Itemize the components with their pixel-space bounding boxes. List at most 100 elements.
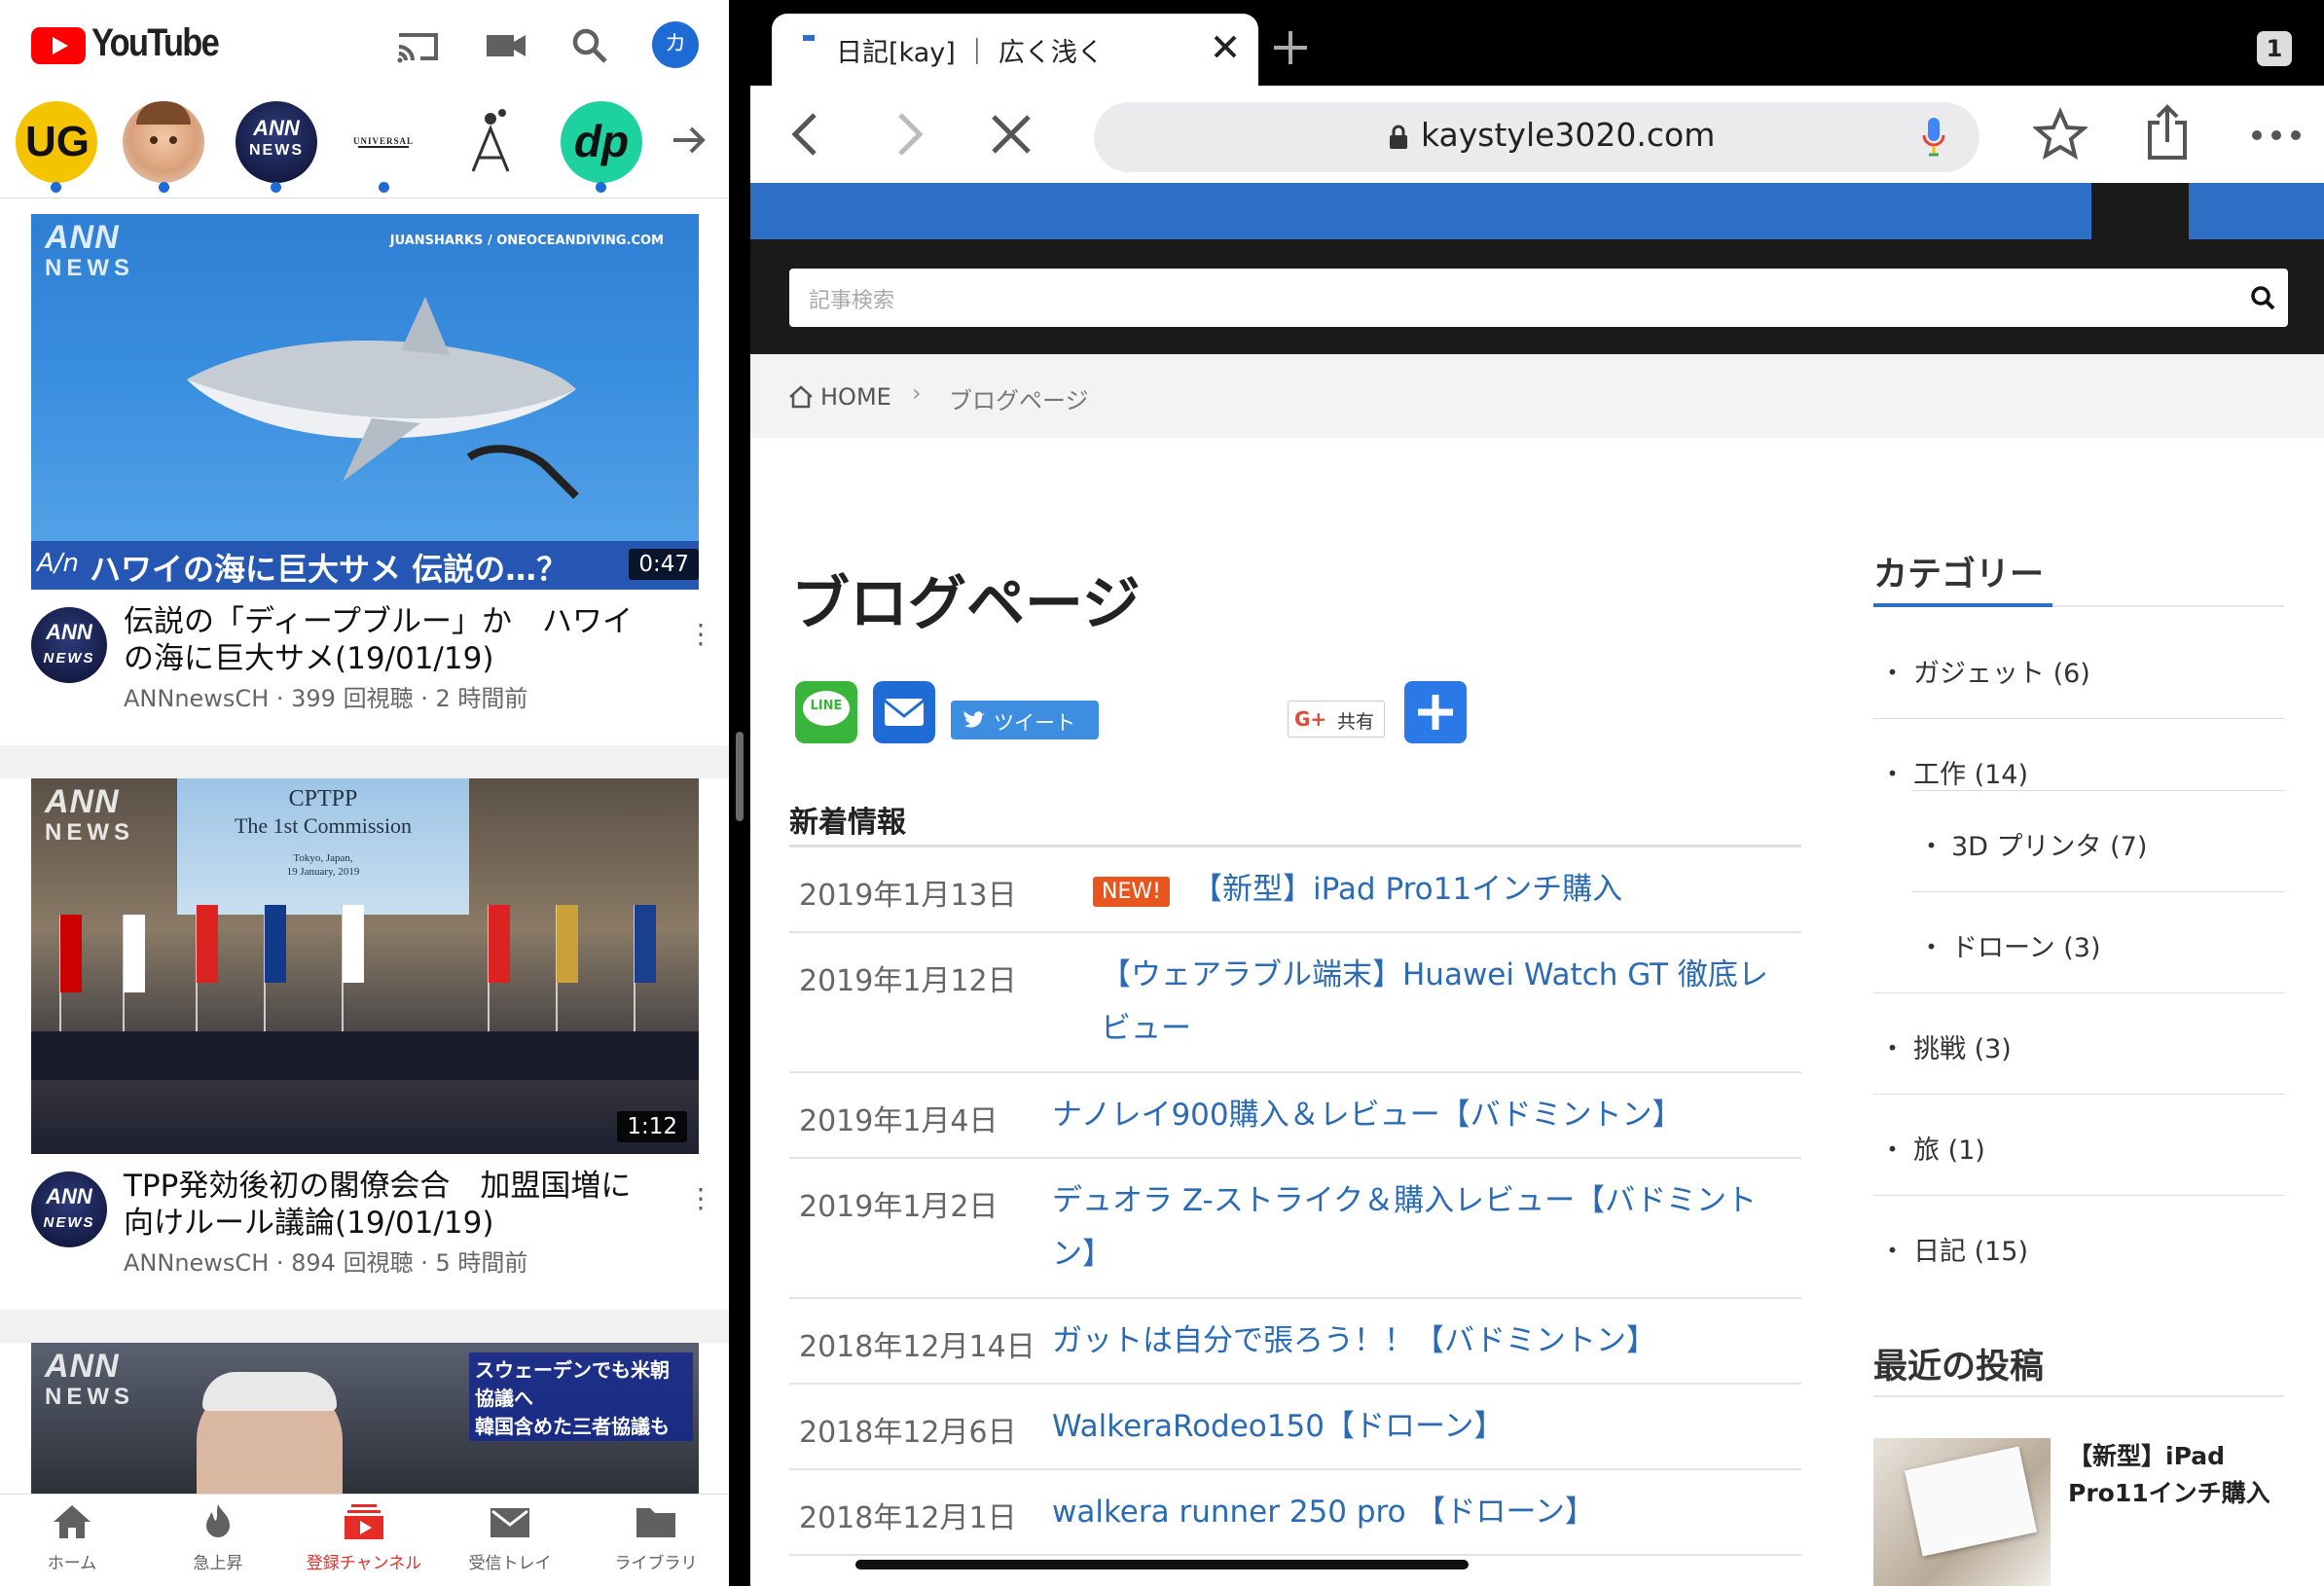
breadcrumb-chevron-icon: › — [912, 379, 922, 407]
news-date: 2018年12月1日 — [799, 1501, 1017, 1535]
more-menu-icon[interactable] — [2247, 121, 2306, 150]
more-options-icon[interactable]: ⋮ — [687, 1185, 714, 1212]
close-tab-icon[interactable] — [1208, 29, 1243, 64]
bottom-navigation: ホーム 急上昇 登録チャンネル 受信トレイ ライブラリ — [0, 1494, 729, 1586]
mail-icon — [490, 1508, 529, 1537]
category-item[interactable]: 工作 (14) — [1913, 753, 2028, 791]
video-thumbnail-2[interactable]: CPTPP The 1st Commission Tokyo, Japan, 1… — [31, 778, 699, 1154]
channel-avatar-dp[interactable]: dp — [561, 101, 642, 183]
category-divider — [1873, 992, 2284, 993]
video-title[interactable]: TPP発効後初の閣僚会合 加盟国増に向けルール議論(19/01/19) — [124, 1168, 649, 1242]
tab-bar: 日記[kay] ｜ 広く浅く 1 — [750, 0, 2324, 86]
video-separator — [0, 1310, 729, 1343]
nav-subscriptions[interactable]: 登録チャンネル — [306, 1502, 422, 1573]
arrow-right-icon[interactable] — [668, 119, 710, 162]
category-bullet: ・ — [1879, 1034, 1906, 1064]
search-icon[interactable] — [2249, 284, 2276, 311]
channel-avatar-figures[interactable] — [452, 101, 533, 183]
video-duration: 0:47 — [629, 549, 699, 580]
category-item[interactable]: ガジェット (6) — [1913, 652, 2090, 690]
video-camera-icon[interactable] — [481, 21, 531, 70]
site-search-box[interactable]: 記事検索 — [789, 269, 2288, 327]
ann-watermark: ANN NEWS — [45, 783, 134, 846]
back-icon[interactable] — [783, 109, 830, 160]
browser-pane: 日記[kay] ｜ 広く浅く 1 kaystyle3020.com 記事検索 H… — [750, 0, 2324, 1586]
channel-avatar-universal[interactable]: UNIVERSAL — [343, 101, 424, 183]
news-heading: 新着情報 — [789, 806, 906, 840]
line-share-button[interactable]: LINE — [795, 681, 857, 743]
video-thumbnail-3[interactable]: ANN NEWS スウェーデンでも米朝協議へ 韓国含めた三者協議も — [31, 1343, 699, 1495]
more-options-icon[interactable]: ⋮ — [687, 621, 714, 648]
recent-post-thumbnail[interactable] — [1873, 1438, 2051, 1586]
news-link[interactable]: 【ウェアラブル端末】Huawei Watch GT 徹底レビュー — [1101, 949, 1792, 1056]
news-date: 2019年1月2日 — [799, 1190, 999, 1224]
mail-icon — [884, 699, 925, 726]
google-plus-icon: G+ — [1294, 707, 1327, 731]
nav-home[interactable]: ホーム — [14, 1502, 130, 1573]
nav-inbox[interactable]: 受信トレイ — [452, 1502, 568, 1573]
recent-heading-underline — [1873, 1395, 2284, 1397]
category-item[interactable]: 日記 (15) — [1913, 1230, 2028, 1268]
home-icon — [787, 383, 815, 411]
news-row: 2019年1月2日 デュオラ Z-ストライク＆購入レビュー【バドミントン】 — [789, 1159, 1801, 1299]
news-link[interactable]: ナノレイ900購入＆レビュー【バドミントン】 — [1052, 1089, 1792, 1142]
site-banner — [750, 183, 2091, 239]
news-row: 2019年1月4日 ナノレイ900購入＆レビュー【バドミントン】 — [789, 1073, 1801, 1159]
subscriptions-icon — [345, 1504, 383, 1539]
video-meta: ANNnewsCH · 399 回視聴 · 2 時間前 — [124, 685, 528, 712]
news-link[interactable]: ガットは自分で張ろう！！【バドミントン】 — [1052, 1315, 1792, 1368]
nav-trending[interactable]: 急上昇 — [160, 1502, 276, 1573]
stop-loading-icon[interactable] — [988, 111, 1035, 158]
home-icon — [54, 1505, 91, 1538]
account-avatar[interactable]: カ — [652, 21, 699, 68]
channel-avatar-ug[interactable]: UG — [16, 101, 97, 183]
address-bar[interactable]: kaystyle3020.com — [1094, 102, 1979, 172]
breadcrumb-current: ブログページ — [949, 387, 1089, 415]
mail-share-button[interactable] — [873, 681, 935, 743]
new-content-dot — [271, 182, 281, 193]
tab-title: 日記[kay] ｜ 広く浅く — [836, 38, 1104, 68]
category-divider — [1912, 790, 2284, 791]
youtube-pane: YouTube カ UG ANN NEWS UNIVERSAL dp ANN N… — [0, 0, 729, 1586]
category-divider — [1873, 718, 2284, 719]
channel-avatar[interactable]: ANN NEWS — [31, 607, 107, 683]
share-icon[interactable] — [2144, 103, 2191, 162]
category-item[interactable]: 挑戦 (3) — [1913, 1027, 2012, 1065]
category-item[interactable]: 旅 (1) — [1913, 1129, 1985, 1167]
forward-icon[interactable] — [885, 109, 931, 160]
bookmark-star-icon[interactable] — [2031, 107, 2089, 162]
recent-post-title[interactable]: 【新型】iPad Pro11インチ購入 — [2068, 1438, 2282, 1512]
folder-icon — [636, 1508, 675, 1537]
nav-library[interactable]: ライブラリ — [598, 1502, 714, 1573]
news-link[interactable]: 【新型】iPad Pro11インチ購入 — [1192, 863, 1932, 917]
breadcrumb-home[interactable]: HOME — [820, 383, 891, 411]
channel-avatar-child[interactable] — [123, 101, 204, 183]
video-separator — [0, 745, 729, 778]
microphone-icon[interactable] — [1921, 116, 1946, 159]
video-title[interactable]: 伝説の「ディープブルー」か ハワイの海に巨大サメ(19/01/19) — [124, 603, 649, 677]
cast-icon[interactable] — [393, 21, 444, 70]
category-heading: カテゴリー — [1873, 556, 2045, 595]
tweet-button[interactable]: ツイート — [951, 701, 1099, 739]
add-share-button[interactable] — [1404, 681, 1467, 743]
new-tab-icon[interactable] — [1270, 27, 1311, 68]
news-link[interactable]: walkera runner 250 pro 【ドローン】 — [1052, 1486, 1792, 1539]
favicon-icon — [803, 35, 815, 41]
home-indicator — [855, 1560, 1469, 1569]
split-view-handle[interactable] — [736, 732, 744, 821]
ann-watermark: ANN NEWS — [45, 219, 134, 281]
google-plus-share-button[interactable]: G+ 共有 — [1288, 701, 1385, 738]
search-icon[interactable] — [564, 21, 615, 70]
tab-count-badge[interactable]: 1 — [2257, 31, 2292, 66]
video-thumbnail-1[interactable]: ANN NEWS JUANSHARKS / ONEOCEANDIVING.COM … — [31, 214, 699, 590]
news-link[interactable]: デュオラ Z-ストライク＆購入レビュー【バドミントン】 — [1052, 1174, 1792, 1281]
recent-posts-heading: 最近の投稿 — [1873, 1348, 2045, 1387]
category-item[interactable]: ドローン (3) — [1951, 926, 2100, 964]
category-item[interactable]: 3D プリンタ (7) — [1951, 825, 2147, 863]
news-link[interactable]: WalkeraRodeo150【ドローン】 — [1052, 1400, 1792, 1454]
category-divider — [1912, 891, 2284, 892]
channel-avatar[interactable]: ANN NEWS — [31, 1171, 107, 1247]
channel-avatar-ann[interactable]: ANN NEWS — [236, 101, 317, 183]
new-content-dot — [159, 182, 169, 193]
browser-tab[interactable]: 日記[kay] ｜ 広く浅く — [772, 14, 1258, 86]
